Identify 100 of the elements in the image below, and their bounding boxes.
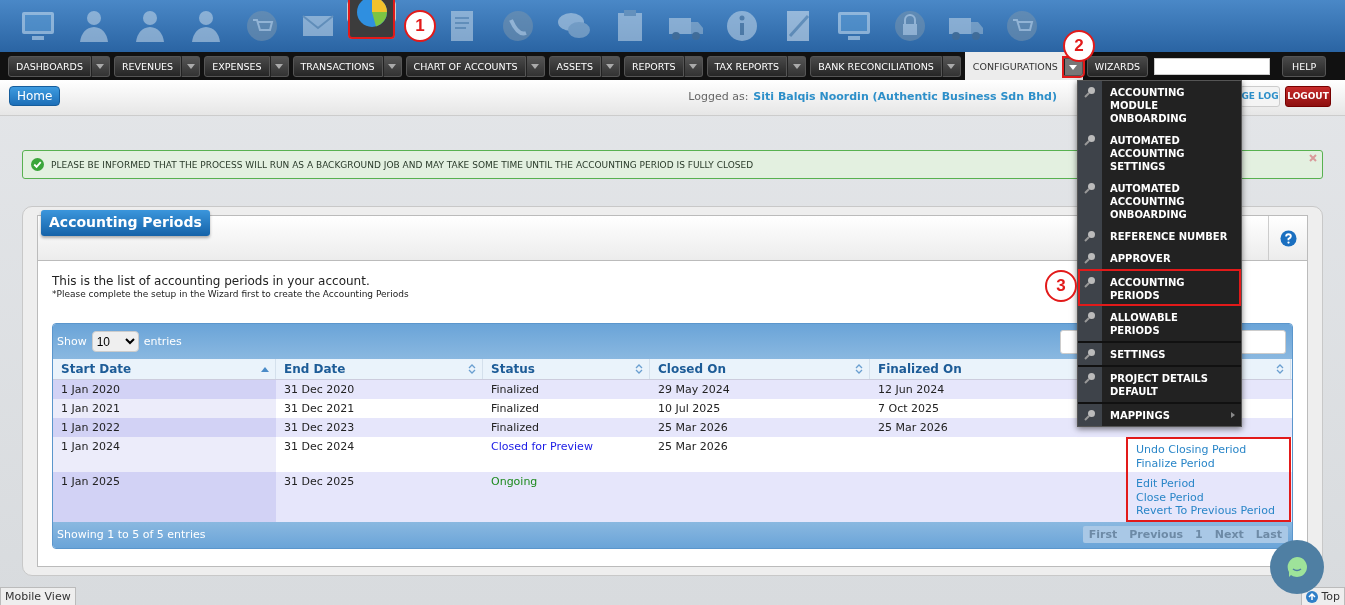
menu-tab[interactable]: BANK RECONCILIATIONS — [810, 55, 942, 77]
column-label: Closed On — [658, 362, 726, 376]
help-icon[interactable] — [1279, 229, 1297, 247]
search-icon — [1084, 134, 1096, 146]
action-link[interactable]: Finalize Period — [1136, 456, 1281, 470]
alert-message: PLEASE BE INFORMED THAT THE PROCESS WILL RUN AS A BACKGROUND JOB AND MAY TAKE SOME TIME UNTIL THE ACCOUNTING PERIOD IS FULLY CLOSED — [51, 159, 754, 170]
search-icon — [1084, 252, 1096, 264]
home-button[interactable]: Home — [9, 86, 61, 106]
table-cell: 31 Dec 2020 — [284, 383, 355, 396]
table-cell: 1 Jan 2021 — [53, 399, 276, 418]
submenu-arrow-icon — [1231, 412, 1235, 418]
menu-tab[interactable]: WIZARDS — [1086, 55, 1148, 77]
menu-tab[interactable]: REPORTS — [623, 55, 684, 77]
show-label: Show — [57, 335, 87, 348]
caret-icon — [792, 63, 801, 69]
menu-item[interactable]: ACCOUNTING PERIODS — [1078, 269, 1241, 306]
menu-tab[interactable]: DASHBOARDS — [8, 55, 91, 77]
intro-text: This is the list of accounting periods in your account. — [52, 274, 370, 288]
caret-icon — [531, 63, 540, 69]
dropdown-button[interactable] — [787, 55, 807, 77]
table-cell: 25 Mar 2026 — [658, 440, 728, 453]
table-cell: Closed for Preview — [491, 440, 593, 453]
dropdown-button[interactable] — [525, 55, 545, 77]
caret-icon — [689, 63, 697, 69]
user-name: Siti Balqis Noordin (Authentic Business Sdn Bhd) — [753, 89, 1057, 103]
toolbar-button[interactable] — [348, 0, 395, 39]
menu-item[interactable]: APPROVER — [1078, 247, 1241, 269]
table-cell: 25 Mar 2026 — [658, 421, 728, 434]
up-arrow-icon — [1306, 590, 1319, 603]
table-cell: 7 Oct 2025 — [878, 402, 939, 415]
menu-item[interactable]: ACCOUNTING MODULE ONBOARDING — [1078, 81, 1241, 129]
table-cell: 29 May 2024 — [658, 383, 730, 396]
caret-icon — [1069, 64, 1078, 70]
caret-icon — [606, 63, 615, 69]
entries-label: entries — [143, 335, 182, 348]
menu-item[interactable]: AUTOMATED ACCOUNTING SETTINGS — [1078, 129, 1241, 177]
caret-icon — [275, 63, 284, 69]
column-header[interactable]: Status — [483, 359, 650, 379]
dropdown-button[interactable] — [683, 55, 703, 77]
caret-icon — [186, 63, 195, 69]
logged-as-label: Logged as: — [688, 89, 749, 103]
search-icon — [1084, 276, 1096, 288]
table-cell: 31 Dec 2024 — [284, 440, 355, 453]
menu-item[interactable]: AUTOMATED ACCOUNTING ONBOARDING — [1078, 177, 1241, 225]
help-button[interactable]: HELP — [1282, 55, 1327, 77]
search-icon — [1084, 86, 1096, 98]
search-field[interactable] — [1154, 57, 1270, 75]
action-link[interactable]: Undo Closing Period — [1136, 443, 1281, 457]
table-cell: 12 Jun 2024 — [878, 383, 945, 396]
dropdown-button[interactable] — [269, 55, 289, 77]
caret-icon — [947, 63, 956, 69]
entries-info: Showing 1 to 5 of 5 entries — [57, 528, 206, 541]
table-cell: Ongoing — [491, 475, 538, 488]
logout-button[interactable]: LOGOUT — [1285, 85, 1331, 107]
table-cell: Finalized — [491, 383, 539, 396]
column-header[interactable]: Closed On — [650, 359, 870, 379]
column-label: Finalized On — [878, 362, 962, 376]
menu-item[interactable]: MAPPINGS — [1078, 402, 1241, 426]
dropdown-button[interactable] — [181, 55, 201, 77]
menu-item[interactable]: ALLOWABLE PERIODS — [1078, 306, 1241, 341]
dropdown-button[interactable] — [382, 55, 402, 77]
mobile-view-tab[interactable]: Mobile View — [0, 587, 76, 605]
page-size-select[interactable]: 10 — [91, 331, 139, 352]
menu-item[interactable]: PROJECT DETAILS DEFAULT — [1078, 365, 1241, 402]
dropdown-button[interactable] — [90, 55, 110, 77]
dropdown-button[interactable] — [1063, 58, 1083, 76]
menu-tab[interactable]: TAX REPORTS — [706, 55, 788, 77]
column-label: Start Date — [61, 362, 132, 376]
column-label: End Date — [284, 362, 346, 376]
table-cell: 1 Jan 2020 — [53, 380, 276, 399]
column-header[interactable]: End Date — [276, 359, 483, 379]
back-to-top-button[interactable]: Top — [1301, 587, 1345, 605]
menu-tab[interactable]: CHART OF ACCOUNTS — [405, 55, 526, 77]
column-header[interactable]: Start Date — [53, 359, 276, 379]
caret-icon — [96, 63, 105, 69]
table-cell: Finalized — [491, 421, 539, 434]
table-cell: 25 Mar 2026 — [878, 421, 948, 434]
dropdown-button[interactable] — [600, 55, 620, 77]
search-icon — [1084, 230, 1096, 242]
table-cell: 1 Jan 2024 — [53, 437, 276, 472]
search-icon — [1084, 348, 1096, 360]
menu-tab[interactable]: TRANSACTIONS — [292, 55, 383, 77]
dropdown-button[interactable] — [941, 55, 961, 77]
table-cell: 1 Jan 2025 — [53, 472, 276, 522]
check-icon — [31, 158, 44, 171]
menu-item[interactable]: REFERENCE NUMBER — [1078, 225, 1241, 247]
setup-note: *Please complete the setup in the Wizard first to create the Accounting Periods — [52, 289, 409, 299]
table-cell: 31 Dec 2021 — [284, 402, 355, 415]
close-icon[interactable] — [1309, 154, 1317, 162]
menu-tab[interactable]: ASSETS — [548, 55, 601, 77]
table-cell: Finalized — [491, 402, 539, 415]
column-label: Status — [491, 362, 535, 376]
menu-tab[interactable]: EXPENSES — [204, 55, 270, 77]
menu-item[interactable]: SETTINGS — [1078, 341, 1241, 365]
step-marker: 1 — [404, 10, 436, 42]
search-icon — [1084, 372, 1096, 384]
search-icon — [1084, 311, 1096, 323]
table-cell: 31 Dec 2025 — [284, 475, 355, 488]
chat-icon — [1286, 556, 1308, 578]
menu-tab[interactable]: REVENUES — [113, 55, 182, 77]
